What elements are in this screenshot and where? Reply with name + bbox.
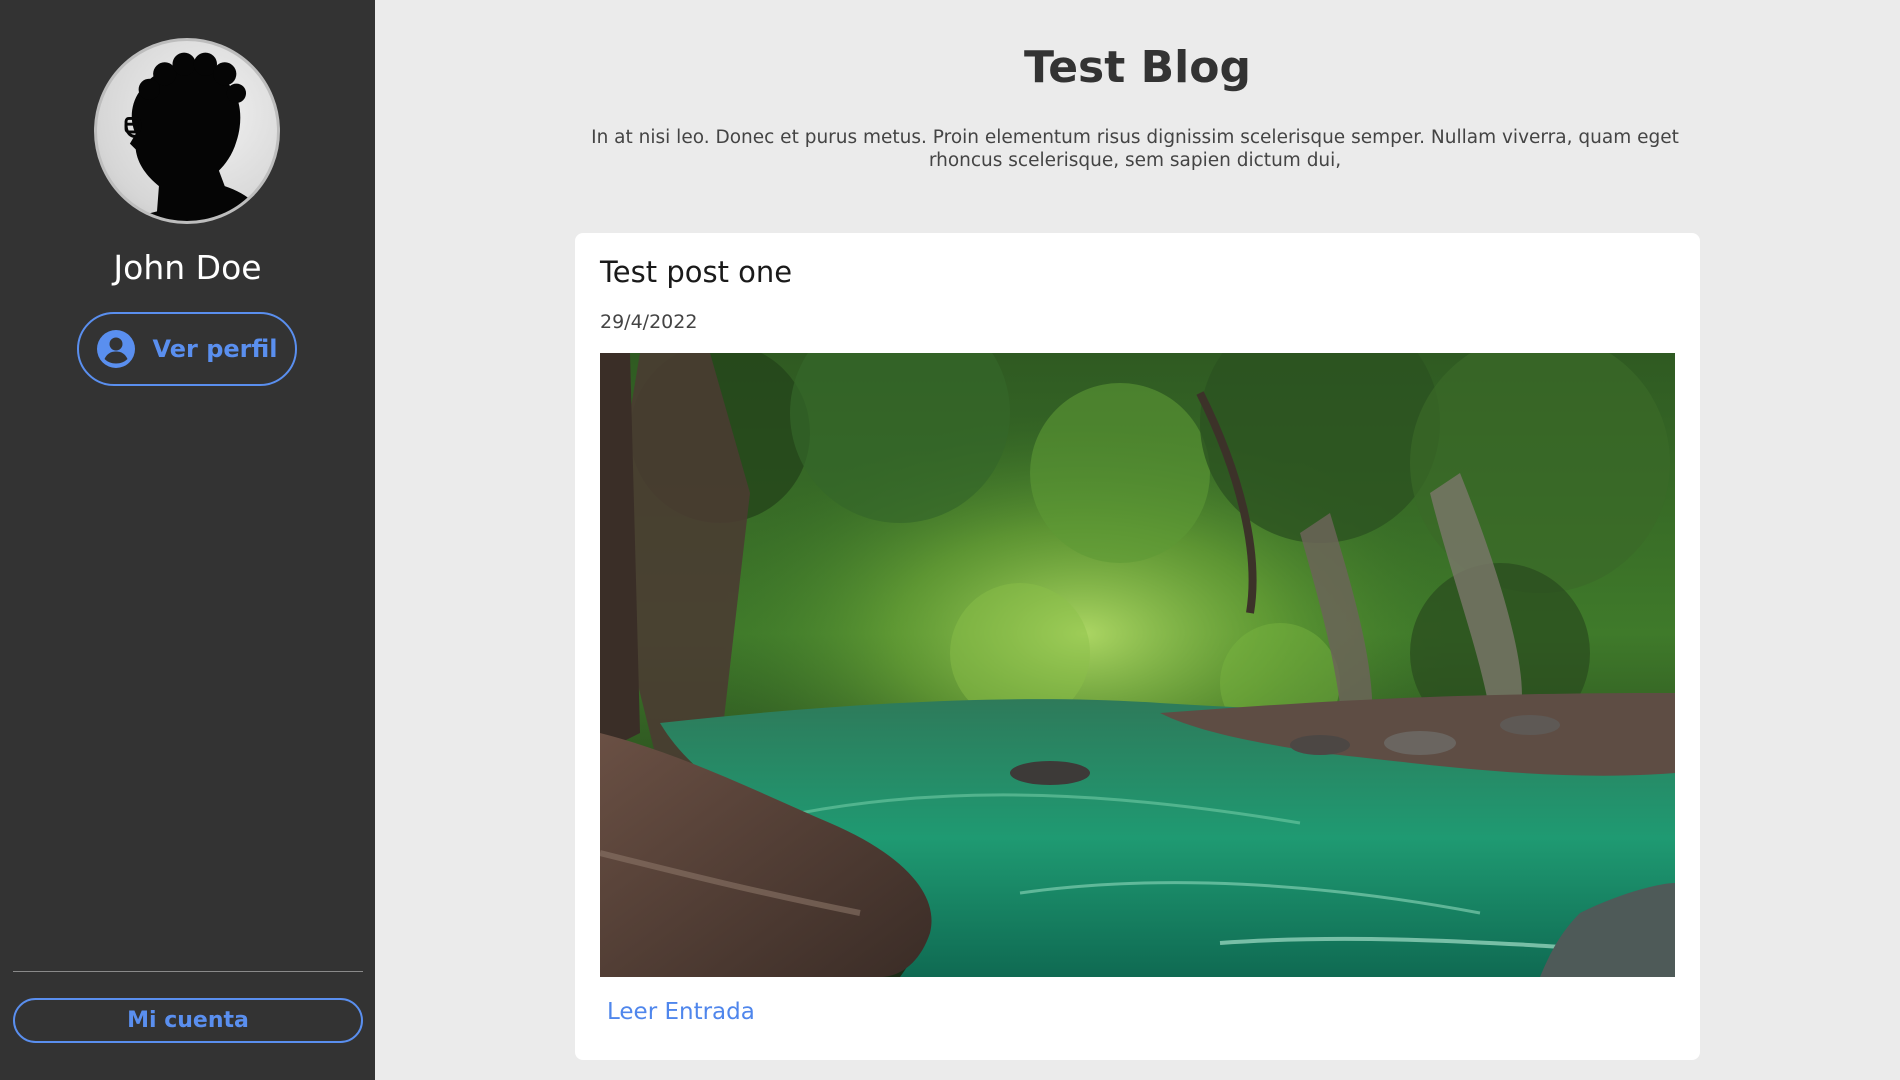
main-content: Test Blog In at nisi leo. Donec et purus… <box>375 0 1900 1080</box>
post-date: 29/4/2022 <box>600 311 698 333</box>
view-profile-button[interactable]: Ver perfil <box>77 312 297 386</box>
page-title: Test Blog <box>1024 42 1251 93</box>
blog-description: In at nisi leo. Donec et purus metus. Pr… <box>591 127 1679 171</box>
post-image <box>600 353 1675 977</box>
forest-river-image <box>600 353 1675 977</box>
read-post-link[interactable]: Leer Entrada <box>607 999 755 1025</box>
my-account-button[interactable]: Mi cuenta <box>13 998 363 1043</box>
sidebar-divider <box>13 971 363 972</box>
avatar <box>94 38 280 224</box>
user-circle-icon <box>97 330 136 368</box>
post-card: Test post one 29/4/2022 Leer Entrada <box>575 233 1700 1060</box>
view-profile-label: Ver perfil <box>152 335 278 363</box>
user-name: John Doe <box>113 248 262 287</box>
post-title: Test post one <box>600 255 793 289</box>
avatar-silhouette-icon <box>124 52 268 221</box>
sidebar: John Doe Ver perfil Mi cuenta <box>0 0 375 1080</box>
